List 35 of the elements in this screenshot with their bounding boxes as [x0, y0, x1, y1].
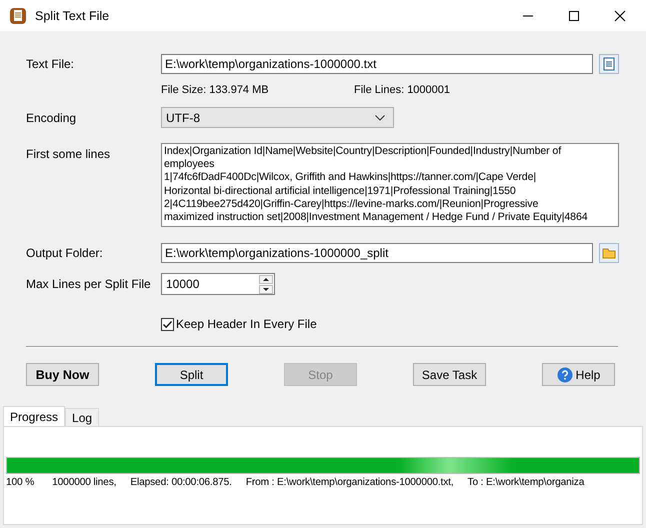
- checkmark-icon: [162, 318, 173, 330]
- field-label: Encoding: [26, 110, 78, 124]
- field-label: Output Folder:: [26, 246, 104, 260]
- field-label: Max Lines per Split File: [26, 277, 152, 291]
- maximize-icon[interactable]: [568, 10, 580, 22]
- tab[interactable]: Progress: [3, 406, 66, 426]
- field-label: Text File:: [26, 57, 76, 71]
- folder-icon[interactable]: [599, 243, 619, 263]
- status-text: 100 %: [6, 477, 34, 488]
- status-text: To : E:\work\temp\organiza: [468, 477, 584, 488]
- help-button[interactable]: Help: [542, 363, 615, 386]
- text-file-field[interactable]: E:\work\temp\organizations-1000000.txt: [161, 54, 593, 74]
- preview-text-area[interactable]: Index|Organization Id|Name|Website|Country|Description|Founded|Industry|Number of employees 1|74fc6fDadF400Dc|Wilcox, Griffith and Hawkins|https://tanner.com/|Cape Verde| Horizontal bi-directional artificial intelligence|1971|Professional Training|1550 2|4C119bee275d420|Griffin-Carey|https://levine-marks.com/|Reunion|Progressive maximized instruction set|2008|Investment Management / Hedge Fund / Private Equity|4864: [161, 143, 619, 227]
- status-text: Elapsed: 00:00:06.875.: [130, 477, 232, 488]
- tab[interactable]: Log: [65, 408, 100, 426]
- output-folder-field[interactable]: E:\work\temp\organizations-1000000_split: [161, 243, 593, 263]
- spin-up-icon[interactable]: [259, 274, 273, 284]
- close-icon[interactable]: [614, 10, 626, 22]
- spin-down-icon[interactable]: [259, 284, 273, 294]
- help-icon: [556, 366, 573, 382]
- caret-icon: [375, 114, 385, 120]
- file-info-text: File Lines: 1000001: [354, 84, 450, 98]
- max-lines-spinner[interactable]: 10000: [161, 273, 275, 295]
- field-label: First some lines: [26, 146, 112, 161]
- encoding-dropdown[interactable]: UTF-8: [161, 107, 394, 128]
- window-title: Split Text File: [35, 8, 110, 22]
- action-button[interactable]: Save Task: [413, 363, 486, 386]
- keep-header-checkbox[interactable]: Keep Header In Every File: [161, 317, 317, 331]
- document-icon[interactable]: [599, 54, 619, 74]
- file-info-text: File Size: 133.974 MB: [161, 84, 270, 98]
- action-button[interactable]: Split: [155, 363, 228, 386]
- status-text: From : E:\work\temp\organizations-1000000.txt,: [246, 477, 454, 488]
- app-icon: [9, 6, 27, 24]
- status-text: 1000000 lines,: [52, 477, 116, 488]
- action-button[interactable]: Buy Now: [26, 363, 99, 386]
